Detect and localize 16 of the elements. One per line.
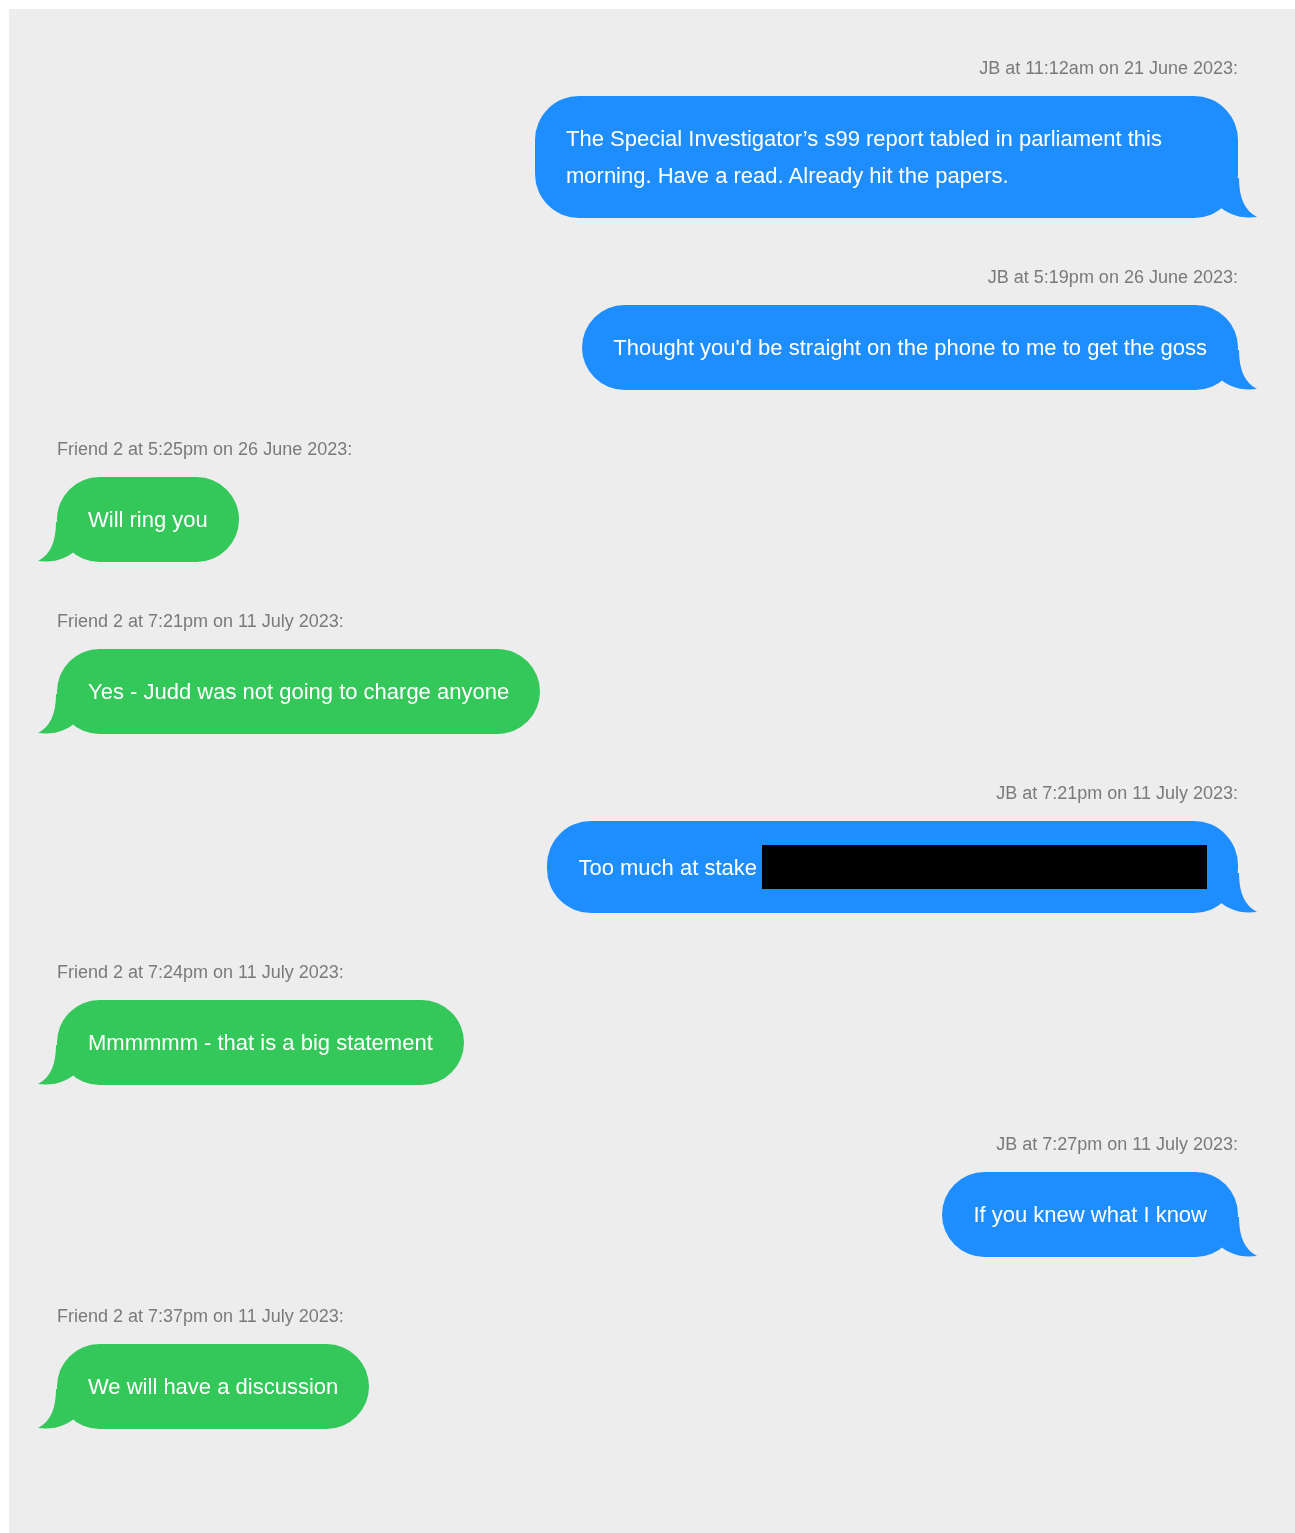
message-text: The Special Investigator’s s99 report tabled in parliament this morning. Have a read. Already hit the papers. — [566, 125, 1163, 190]
message-sender-time: Friend 2 at 7:21pm on 11 July 2023: — [57, 610, 344, 633]
message-text: Yes - Judd was not going to charge anyone — [88, 678, 510, 706]
message-sender-time: Friend 2 at 7:24pm on 11 July 2023: — [57, 961, 344, 984]
message-text: Thought you'd be straight on the phone to me to get the goss — [613, 334, 1207, 362]
message-text: If you knew what I know — [973, 1201, 1207, 1229]
message-text: We will have a discussion — [88, 1373, 339, 1401]
message-sender-time: Friend 2 at 7:37pm on 11 July 2023: — [57, 1305, 344, 1328]
message-sender-time: JB at 7:27pm on 11 July 2023: — [996, 1133, 1238, 1156]
message-sender-time: JB at 11:12am on 21 June 2023: — [979, 57, 1238, 80]
message-text: Too much at stake — [578, 853, 757, 882]
message-text: Mmmmmm - that is a big statement — [88, 1029, 433, 1057]
message-sender-time: JB at 5:19pm on 26 June 2023: — [987, 266, 1238, 289]
message-sender-time: JB at 7:21pm on 11 July 2023: — [996, 782, 1238, 805]
message-text: Will ring you — [88, 506, 208, 534]
message-sender-time: Friend 2 at 5:25pm on 26 June 2023: — [57, 438, 353, 461]
